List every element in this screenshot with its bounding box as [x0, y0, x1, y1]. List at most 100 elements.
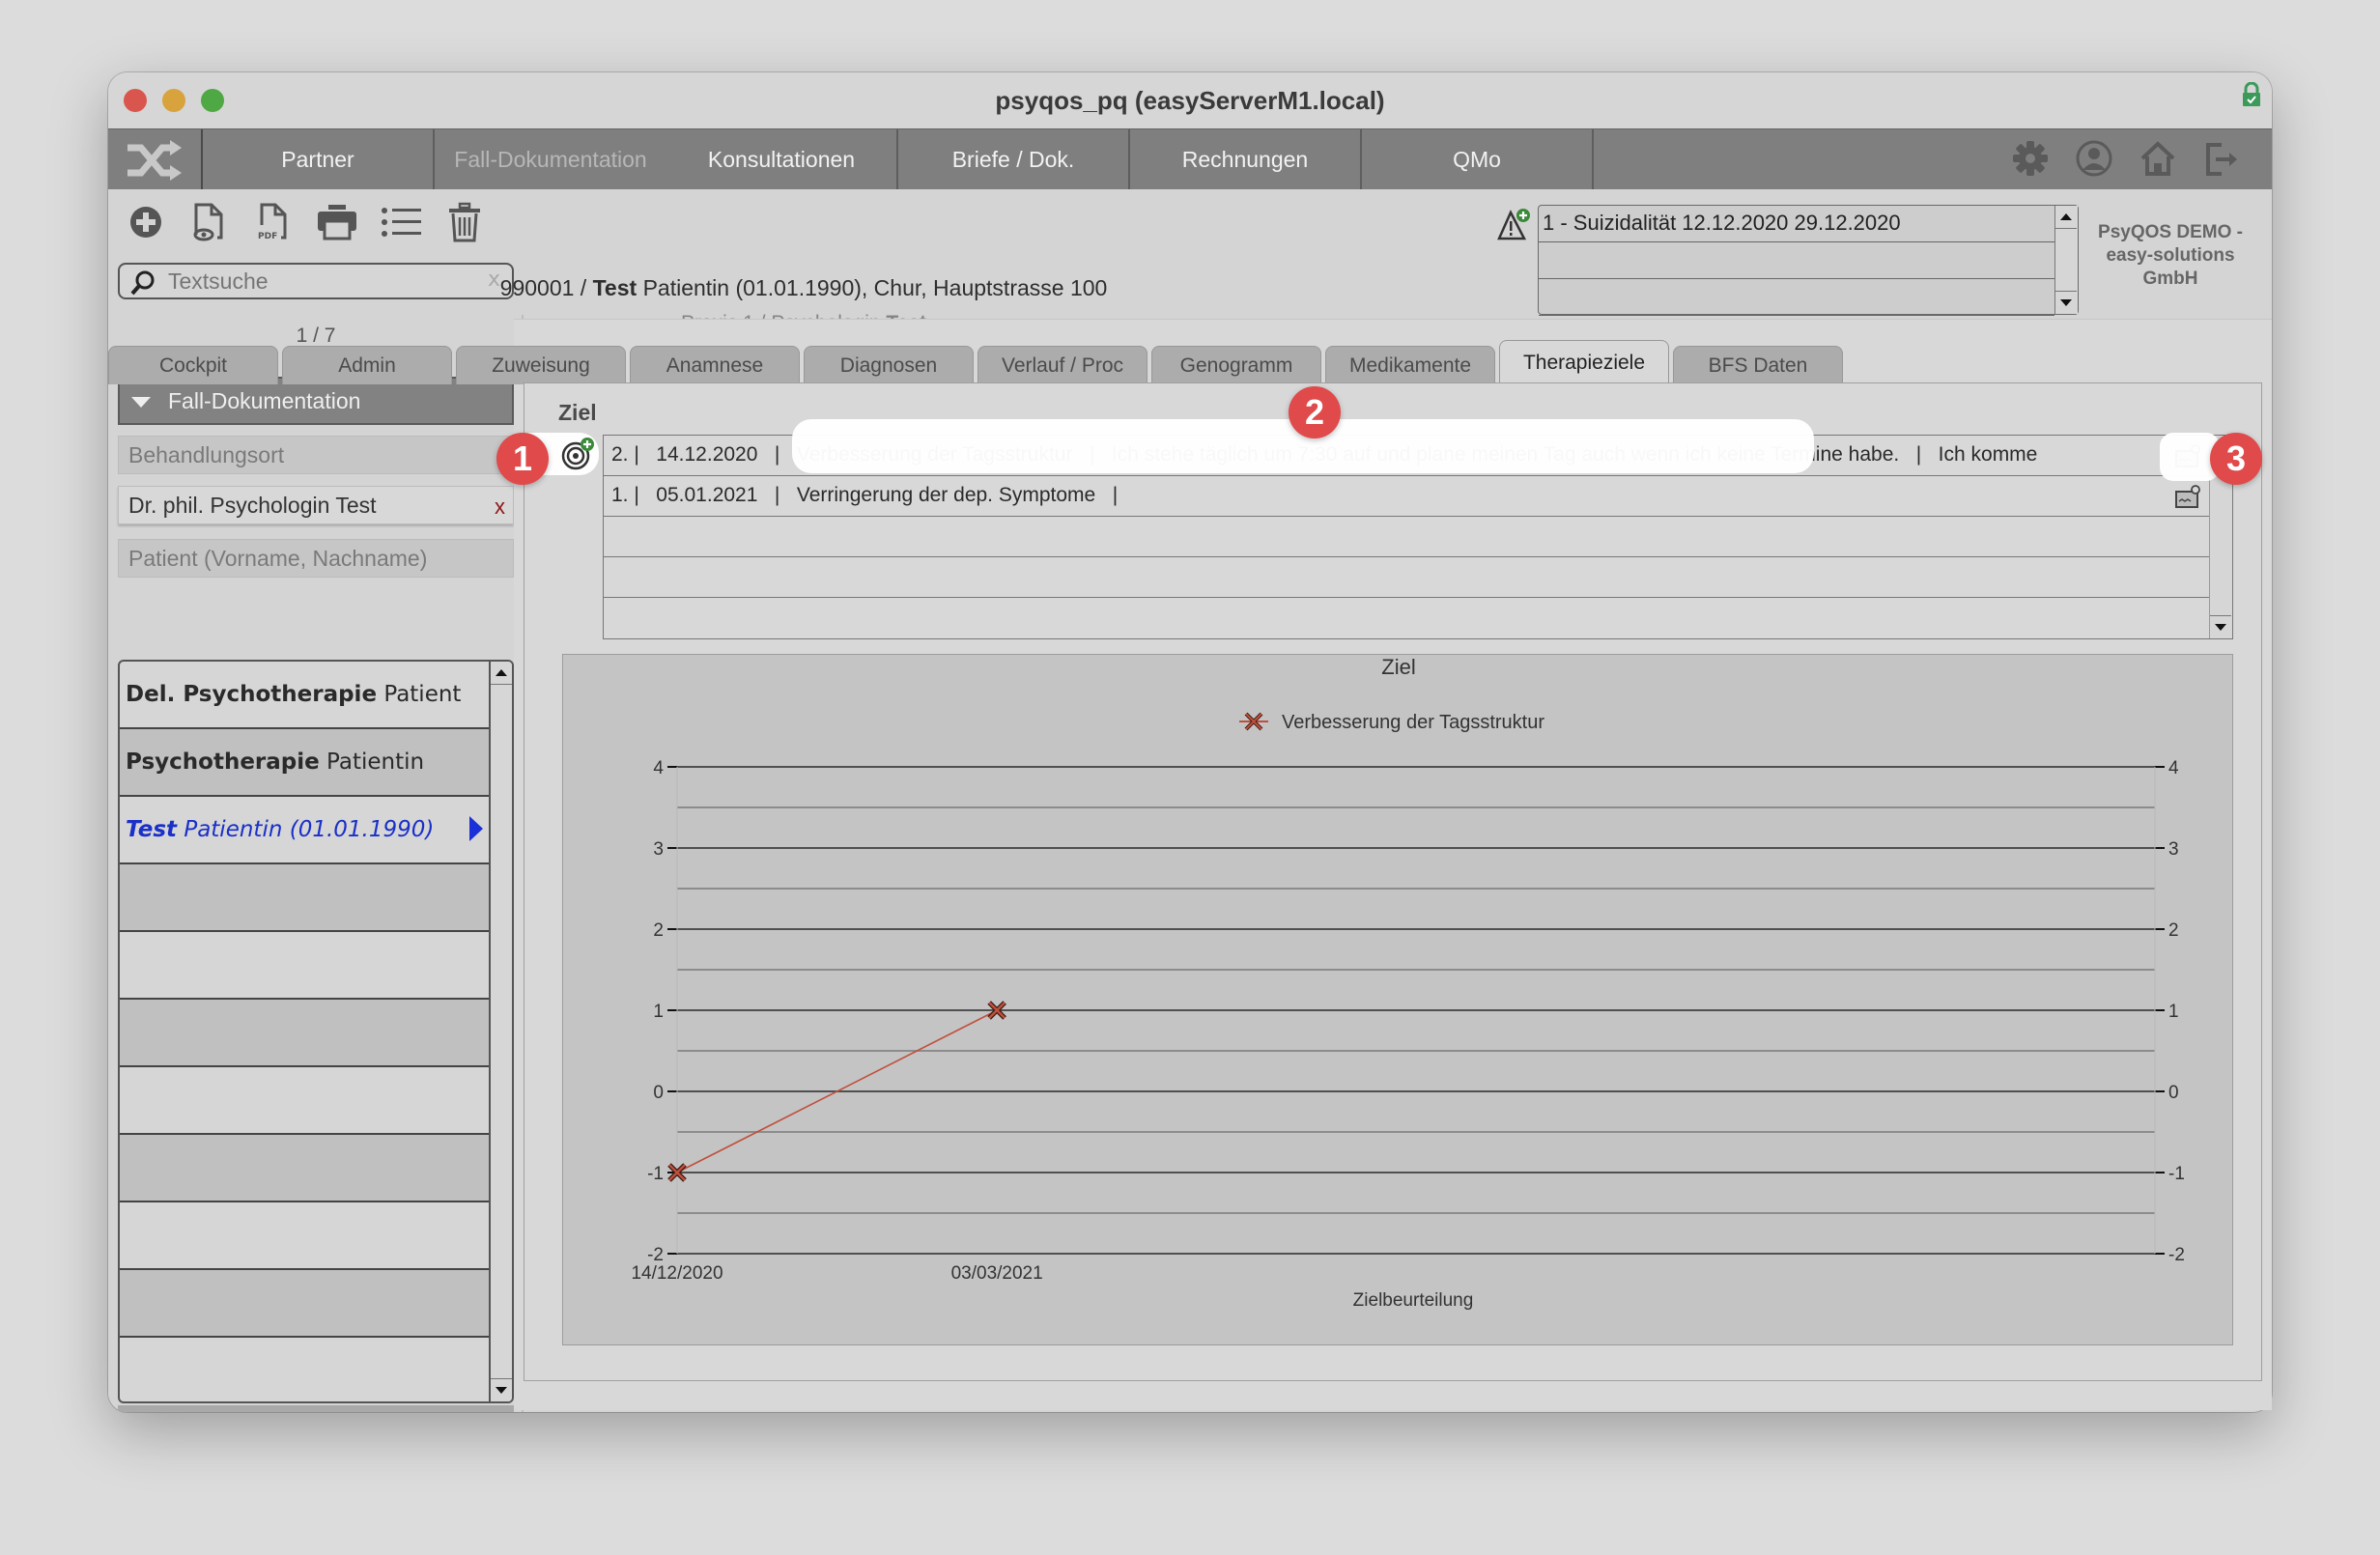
search-input[interactable]	[168, 268, 458, 295]
text-search-field[interactable]: x	[118, 263, 514, 299]
y-tick-label-right: 2	[2168, 920, 2179, 941]
goal-chart-svg: Ziel -2 -2 -1 -1 0 0 1 1 2 2 3 3 4 4 Verbesserung der T…	[631, 655, 2184, 1311]
main-navbar: Partner Fall-Dokumentation Konsultatione…	[108, 128, 2272, 190]
goal-row[interactable]	[604, 598, 2209, 638]
goals-section-label: Ziel	[558, 400, 597, 425]
patient-list-item[interactable]: Del. Psychotherapie Patient	[120, 662, 493, 729]
title-bar: psyqos_pq (easyServerM1.local)	[108, 72, 2272, 128]
patient-id: 990001 /	[499, 275, 593, 300]
search-icon	[130, 270, 155, 296]
patient-list-item[interactable]: Psychotherapie Patientin	[120, 729, 493, 797]
user-icon	[2076, 140, 2112, 177]
delete-button[interactable]	[444, 199, 485, 245]
y-tick-label-left: 4	[653, 758, 664, 778]
list-view-button[interactable]	[381, 199, 421, 245]
tab-medikamente[interactable]: Medikamente	[1325, 346, 1495, 384]
clear-therapist-button[interactable]: x	[495, 495, 505, 520]
scroll-down-button[interactable]	[491, 1378, 512, 1401]
y-tick-label-left: 3	[653, 839, 664, 860]
y-tick-label-right: 0	[2168, 1083, 2179, 1103]
alert-row[interactable]: 1 - Suizidalität 12.12.2020 29.12.2020	[1539, 206, 2054, 242]
company-line: easy-solutions	[2106, 245, 2235, 266]
shuffle-logo-button[interactable]	[108, 129, 203, 190]
minimize-window-button[interactable]	[162, 89, 185, 112]
patient-header: 990001 / Test Patientin (01.01.1990), Ch…	[495, 275, 1113, 301]
patient-list-item[interactable]	[120, 864, 493, 932]
nav-qmo[interactable]: QMo	[1362, 129, 1594, 190]
add-goal-button[interactable]	[560, 437, 595, 471]
user-profile-button[interactable]	[2073, 137, 2115, 180]
goal-chart: Ziel -2 -2 -1 -1 0 0 1 1 2 2 3 3 4 4 Verbesserung der T…	[562, 654, 2233, 1345]
logout-icon	[2206, 143, 2237, 176]
scroll-down-button[interactable]	[2210, 615, 2231, 638]
patient-list-scrollbar[interactable]	[489, 662, 512, 1401]
patient-list-item[interactable]	[120, 1067, 493, 1135]
svg-text:PDF: PDF	[258, 232, 277, 241]
preview-button[interactable]	[189, 199, 230, 245]
tab-diagnosen[interactable]: Diagnosen	[804, 346, 974, 384]
logout-button[interactable]	[2200, 137, 2243, 180]
tab-bar: Cockpit Admin Zuweisung Anamnese Diagnosen Ve…	[108, 340, 1847, 384]
company-line: PsyQOS DEMO -	[2098, 222, 2243, 242]
nav-briefe-dok[interactable]: Briefe / Dok.	[898, 129, 1130, 190]
add-button[interactable]	[126, 199, 166, 245]
chevron-down-icon	[131, 397, 151, 408]
pdf-export-button[interactable]: PDF	[253, 199, 294, 245]
patient-list-item[interactable]	[120, 1202, 493, 1270]
navbar-icon-group	[2009, 137, 2243, 180]
annotation-badge-1: 1	[496, 433, 549, 485]
tab-verlauf-proc[interactable]: Verlauf / Proc	[978, 346, 1148, 384]
y-tick-label-left: -1	[647, 1164, 664, 1184]
goal-chart-button[interactable]	[2174, 484, 2201, 509]
patient-rows: Del. Psychotherapie Patient Psychotherapi…	[120, 662, 493, 1401]
patient-list-item[interactable]: Test Patientin (01.01.1990)	[120, 797, 493, 864]
goal-row[interactable]	[604, 517, 2209, 557]
x-tick-label: 14/12/2020	[631, 1263, 722, 1284]
scroll-down-button[interactable]	[2055, 291, 2077, 314]
tab-zuweisung[interactable]: Zuweisung	[456, 346, 626, 384]
tab-bfs-daten[interactable]: BFS Daten	[1673, 346, 1843, 384]
alerts-scrollbar[interactable]	[2054, 206, 2078, 314]
behandlungsort-field[interactable]: Behandlungsort	[118, 436, 514, 474]
patient-lastname: Del. Psychotherapie	[126, 682, 378, 707]
nav-fall-dokumentation[interactable]: Fall-Dokumentation	[435, 129, 666, 190]
print-icon	[318, 205, 356, 240]
list-icon	[382, 208, 421, 237]
add-warning-button[interactable]	[1496, 208, 1531, 242]
tab-anamnese[interactable]: Anamnese	[630, 346, 800, 384]
patient-list-item[interactable]	[120, 1135, 493, 1202]
maximize-window-button[interactable]	[201, 89, 224, 112]
trash-icon	[449, 202, 480, 242]
patient-list-item[interactable]	[120, 1338, 493, 1401]
alert-row[interactable]	[1539, 242, 2054, 279]
y-tick-label-left: -2	[647, 1245, 664, 1265]
tab-admin[interactable]: Admin	[282, 346, 452, 384]
patient-list-item[interactable]	[120, 1000, 493, 1067]
print-button[interactable]	[317, 199, 357, 245]
patient-list-item[interactable]	[120, 1270, 493, 1338]
y-tick-label-left: 0	[653, 1083, 664, 1103]
goal-row[interactable]: 1. | 05.01.2021 | Verringerung der dep. …	[604, 476, 2209, 517]
faelle-section-header[interactable]: Fälle	[118, 1405, 514, 1412]
scroll-up-button[interactable]	[491, 662, 512, 685]
patient-list-item[interactable]	[120, 932, 493, 1000]
preview-document-icon	[193, 203, 223, 241]
company-line: GmbH	[2142, 269, 2198, 289]
close-window-button[interactable]	[124, 89, 147, 112]
y-tick-label-right: 4	[2168, 758, 2179, 778]
patient-search-field[interactable]: Patient (Vorname, Nachname)	[118, 539, 514, 578]
tab-cockpit[interactable]: Cockpit	[108, 346, 278, 384]
nav-rechnungen[interactable]: Rechnungen	[1130, 129, 1362, 190]
home-button[interactable]	[2137, 137, 2179, 180]
therapist-field[interactable]: Dr. phil. Psychologin Test x	[118, 486, 514, 524]
tab-genogramm[interactable]: Genogramm	[1151, 346, 1321, 384]
settings-button[interactable]	[2009, 137, 2052, 180]
nav-konsultationen[interactable]: Konsultationen	[666, 129, 898, 190]
nav-partner[interactable]: Partner	[203, 129, 435, 190]
scroll-up-button[interactable]	[2055, 206, 2077, 229]
tab-therapieziele[interactable]: Therapieziele	[1499, 340, 1669, 384]
goal-row-text: 1. | 05.01.2021 | Verringerung der dep. …	[611, 484, 1119, 506]
goal-row[interactable]	[604, 557, 2209, 598]
alert-row[interactable]	[1539, 279, 2054, 316]
pdf-icon: PDF	[258, 203, 287, 241]
